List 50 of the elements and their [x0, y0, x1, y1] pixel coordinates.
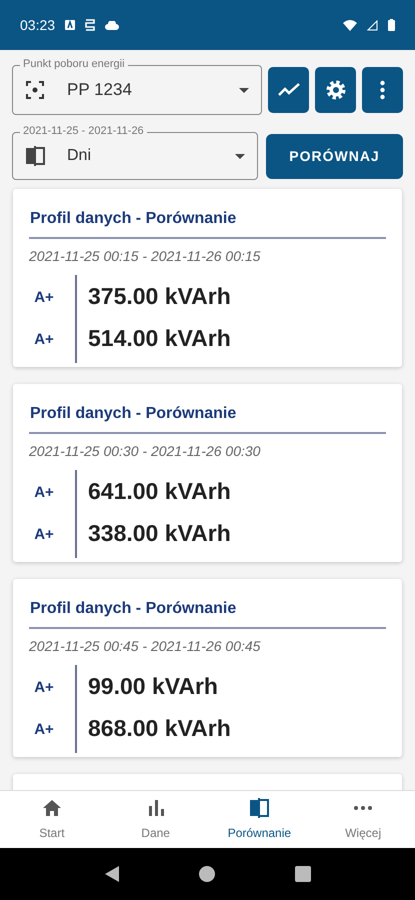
home-icon[interactable]: [198, 866, 214, 882]
card-title: Profil danych - Porównanie: [29, 402, 386, 434]
status-time: 03:23: [20, 16, 56, 34]
energy-value: 514.00 kVArh: [88, 324, 231, 353]
notification-icon: [65, 20, 76, 30]
more-button[interactable]: [362, 67, 403, 113]
card-title: Profil danych - Porównanie: [29, 207, 386, 239]
register-label: A+: [34, 330, 54, 350]
energy-value: 338.00 kVArh: [88, 518, 231, 548]
cloud-icon: [105, 20, 120, 30]
nav-tab[interactable]: Więcej: [311, 791, 415, 848]
bar-chart-icon: [148, 800, 164, 816]
dropdown-icon: [239, 88, 249, 92]
compare-button[interactable]: PORÓWNAJ: [266, 134, 403, 178]
back-icon[interactable]: [104, 866, 118, 882]
register-label: A+: [34, 482, 54, 503]
trend-icon: [278, 83, 300, 97]
dropdown-icon: [235, 154, 245, 158]
more-icon: [354, 806, 372, 810]
focus-icon: [25, 80, 45, 100]
more-icon: [380, 80, 385, 100]
nav-tab[interactable]: Start: [0, 791, 104, 848]
battery-icon: [388, 19, 395, 31]
chart-button[interactable]: [268, 67, 309, 113]
energy-value: 641.00 kVArh: [88, 476, 231, 506]
register-label: A+: [34, 720, 54, 740]
recents-icon[interactable]: [294, 866, 310, 882]
home-icon: [42, 800, 61, 816]
field-label: Punkt poboru energii: [20, 57, 128, 71]
register-label: A+: [34, 524, 54, 545]
compare-icon: [249, 798, 270, 818]
energy-value: 99.00 kVArh: [88, 672, 219, 701]
settings-icon: [324, 79, 346, 101]
register-label: A+: [34, 288, 54, 308]
wifi-icon: [343, 20, 357, 30]
date-range: 2021-11-25 00:30 - 2021-11-26 00:30: [29, 442, 262, 461]
energy-value: 868.00 kVArh: [88, 714, 231, 743]
nav-tab[interactable]: Dane: [104, 791, 208, 848]
field-value: Dni: [67, 146, 92, 166]
field-value: PP 1234: [67, 79, 133, 102]
date-range: 2021-11-25 00:15 - 2021-11-26 00:15: [29, 247, 262, 266]
compare-icon: [25, 146, 45, 166]
date-range: 2021-11-25 00:45 - 2021-11-26 00:45: [29, 637, 262, 656]
card-title: Profil danych - Porównanie: [29, 597, 386, 629]
energy-value: 375.00 kVArh: [88, 282, 231, 311]
settings-button[interactable]: [315, 67, 356, 113]
notification-icon: [85, 19, 96, 31]
nav-tab[interactable]: Porównanie: [208, 791, 312, 848]
signal-icon: [367, 20, 378, 30]
register-label: A+: [34, 678, 54, 698]
